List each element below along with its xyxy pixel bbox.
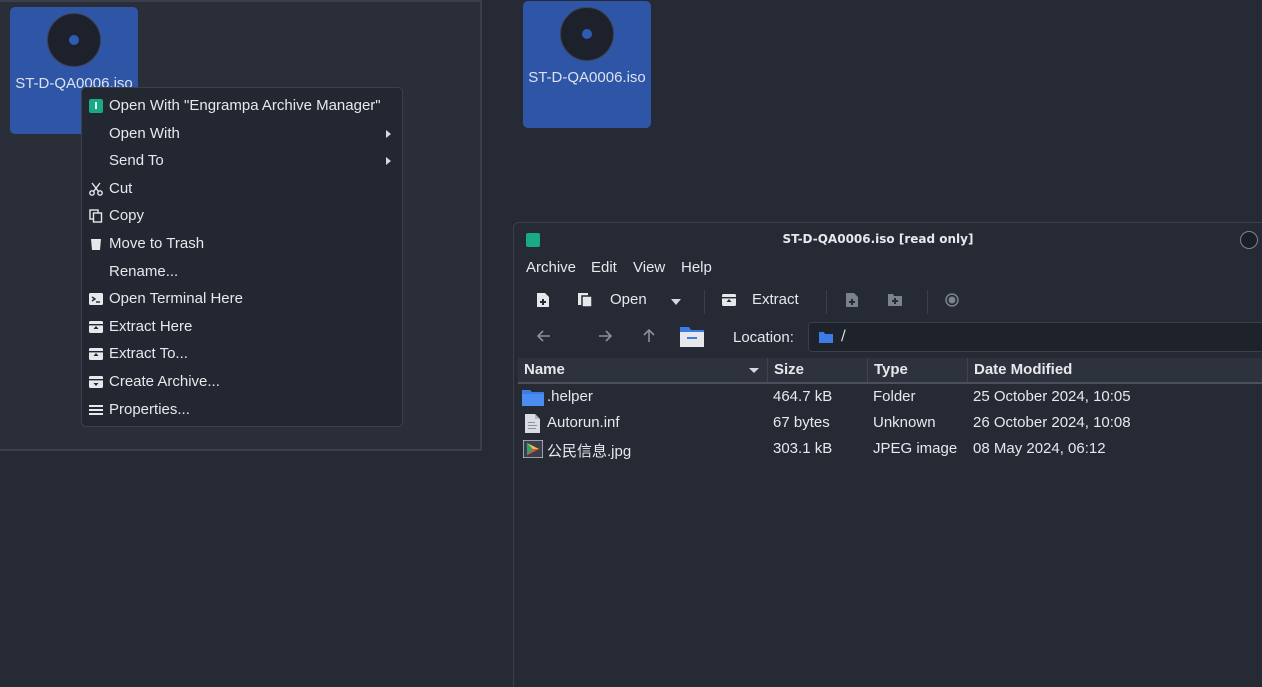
window-title: ST-D-QA0006.iso [read only] xyxy=(782,232,974,246)
file-date: 26 October 2024, 10:08 xyxy=(973,414,1131,431)
toolbar-separator xyxy=(704,290,705,314)
file-type: Folder xyxy=(873,388,916,405)
location-field[interactable]: / xyxy=(808,322,1262,352)
menu-item-open-terminal[interactable]: Open Terminal Here xyxy=(82,285,402,313)
menu-item-label: Rename... xyxy=(109,262,179,280)
menu-edit[interactable]: Edit xyxy=(591,259,617,276)
menu-item-move-to-trash[interactable]: Move to Trash xyxy=(82,230,402,258)
menu-archive[interactable]: Archive xyxy=(526,259,576,276)
open-archive-icon[interactable] xyxy=(578,293,592,307)
location-bar: Location: / xyxy=(514,320,1262,356)
file-size: 67 bytes xyxy=(773,414,830,431)
sort-descending-icon xyxy=(749,368,759,373)
disc-icon xyxy=(47,13,101,67)
window-titlebar[interactable]: ST-D-QA0006.iso [read only] xyxy=(514,223,1262,256)
forward-arrow-icon[interactable] xyxy=(598,330,612,342)
disc-icon xyxy=(560,7,614,61)
menu-item-label: Properties... xyxy=(109,400,190,418)
menu-item-cut[interactable]: Cut xyxy=(82,175,402,203)
file-size: 303.1 kB xyxy=(773,440,833,457)
up-arrow-icon[interactable] xyxy=(643,329,655,343)
menubar: Archive Edit View Help xyxy=(514,256,1262,282)
add-files-icon[interactable] xyxy=(846,293,858,307)
menu-item-label: Cut xyxy=(109,179,133,197)
extract-button[interactable]: Extract xyxy=(752,291,799,308)
trash-icon xyxy=(91,238,101,250)
column-header-size[interactable]: Size xyxy=(768,358,868,382)
file-type: JPEG image xyxy=(873,440,958,457)
toolbar-separator xyxy=(927,290,928,314)
file-date: 08 May 2024, 06:12 xyxy=(973,440,1106,457)
menu-item-rename[interactable]: Rename... xyxy=(82,258,402,286)
engrampa-app-icon xyxy=(89,99,103,113)
back-arrow-icon[interactable] xyxy=(537,330,551,342)
desktop-icon-label: ST-D-QA0006.iso xyxy=(528,69,646,86)
extract-icon xyxy=(89,348,103,361)
file-row[interactable]: 公民信息.jpg 303.1 kB JPEG image 08 May 2024… xyxy=(518,436,1262,462)
menu-item-label: Open With "Engrampa Archive Manager" xyxy=(109,97,381,114)
image-file-icon xyxy=(523,440,543,458)
menu-item-label: Open Terminal Here xyxy=(109,290,243,308)
menu-item-label: Extract To... xyxy=(109,345,188,363)
file-type: Unknown xyxy=(873,414,936,431)
menu-item-send-to[interactable]: Send To xyxy=(82,147,402,175)
copy-icon xyxy=(89,209,103,224)
desktop-iso-icon[interactable]: ST-D-QA0006.iso xyxy=(523,1,651,128)
file-size: 464.7 kB xyxy=(773,388,833,405)
file-name: 公民信息.jpg xyxy=(547,443,632,460)
terminal-icon xyxy=(89,293,103,306)
column-header-name[interactable]: Name xyxy=(518,358,768,382)
scissors-icon xyxy=(89,182,103,196)
add-folder-icon[interactable] xyxy=(888,293,902,306)
menu-help[interactable]: Help xyxy=(681,259,712,276)
menu-view[interactable]: View xyxy=(633,259,665,276)
menu-item-label: Move to Trash xyxy=(109,234,205,252)
menu-item-label: Extract Here xyxy=(109,317,193,335)
menu-item-extract-here[interactable]: Extract Here xyxy=(82,313,402,341)
properties-icon xyxy=(89,404,103,415)
menu-item-open-with[interactable]: Open With xyxy=(82,120,402,148)
context-menu: Open With "Engrampa Archive Manager" Ope… xyxy=(81,87,403,427)
window-close-button[interactable] xyxy=(1240,231,1258,249)
menu-item-label: Open With xyxy=(109,124,180,142)
file-name: .helper xyxy=(547,388,593,405)
archive-manager-window: ST-D-QA0006.iso [read only] Archive Edit… xyxy=(513,222,1262,687)
stop-icon[interactable] xyxy=(945,293,959,307)
file-list: Name Size Type Date Modified .helper 464… xyxy=(518,358,1262,462)
toolbar: Open Extract xyxy=(514,282,1262,320)
column-header-type[interactable]: Type xyxy=(868,358,968,382)
location-label: Location: xyxy=(733,329,794,346)
submenu-arrow-icon xyxy=(386,157,391,166)
extract-icon[interactable] xyxy=(722,293,736,307)
open-dropdown-arrow-icon[interactable] xyxy=(671,299,681,305)
column-header-date[interactable]: Date Modified xyxy=(968,358,1262,382)
file-list-header: Name Size Type Date Modified xyxy=(518,358,1262,384)
new-archive-icon[interactable] xyxy=(537,293,549,307)
menu-item-create-archive[interactable]: Create Archive... xyxy=(82,368,402,396)
text-file-icon xyxy=(525,414,540,433)
menu-item-extract-to[interactable]: Extract To... xyxy=(82,340,402,368)
folder-icon xyxy=(819,332,833,343)
home-folder-icon[interactable] xyxy=(680,325,704,347)
folder-icon xyxy=(522,390,544,406)
extract-icon xyxy=(89,320,103,333)
file-date: 25 October 2024, 10:05 xyxy=(973,388,1131,405)
menu-item-open-with-engrampa[interactable]: Open With "Engrampa Archive Manager" xyxy=(82,92,402,120)
open-button[interactable]: Open xyxy=(610,291,647,308)
archive-icon xyxy=(89,375,103,388)
location-path: / xyxy=(841,328,846,344)
toolbar-separator xyxy=(826,290,827,314)
submenu-arrow-icon xyxy=(386,129,391,138)
menu-item-label: Copy xyxy=(109,207,145,225)
menu-item-properties[interactable]: Properties... xyxy=(82,396,402,424)
menu-item-label: Create Archive... xyxy=(109,372,220,390)
menu-item-label: Send To xyxy=(109,152,164,170)
menu-item-copy[interactable]: Copy xyxy=(82,202,402,230)
file-name: Autorun.inf xyxy=(547,414,620,431)
file-row[interactable]: .helper 464.7 kB Folder 25 October 2024,… xyxy=(518,384,1262,410)
file-row[interactable]: Autorun.inf 67 bytes Unknown 26 October … xyxy=(518,410,1262,436)
